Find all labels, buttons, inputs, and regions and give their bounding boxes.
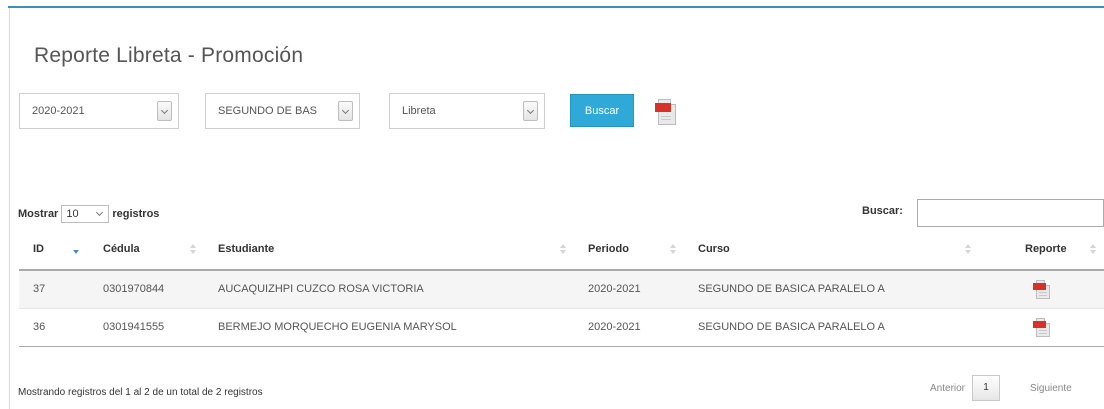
pdf-export-icon[interactable] xyxy=(655,97,677,127)
cell-curso: SEGUNDO DE BASICA PARALELO A xyxy=(684,308,979,347)
pagination-next[interactable]: Siguiente xyxy=(1030,383,1072,394)
cell-cedula: 0301970844 xyxy=(89,270,204,309)
sort-icon xyxy=(190,244,196,256)
row-report-link[interactable] xyxy=(993,277,1104,301)
page-title: Reporte Libreta - Promoción xyxy=(34,44,304,67)
chevron-down-icon[interactable] xyxy=(523,101,538,121)
cell-id: 37 xyxy=(19,270,89,309)
chevron-down-icon xyxy=(96,208,104,217)
cell-curso: SEGUNDO DE BASICA PARALELO A xyxy=(684,270,979,309)
pdf-icon[interactable] xyxy=(1033,316,1051,338)
search-button[interactable]: Buscar xyxy=(570,94,634,127)
cell-id: 36 xyxy=(19,308,89,347)
periodo-select[interactable]: 2020-2021 xyxy=(19,93,179,129)
cell-periodo: 2020-2021 xyxy=(574,308,684,347)
sort-icon xyxy=(1090,244,1096,256)
table-header-row: ID Cédula Estudiante Periodo Curso Repor… xyxy=(19,229,1104,271)
cell-periodo: 2020-2021 xyxy=(574,270,684,309)
sort-icon xyxy=(965,244,971,256)
curso-select[interactable]: SEGUNDO DE BAS xyxy=(205,93,360,129)
column-header-reporte[interactable]: Reporte xyxy=(979,229,1104,271)
column-header-curso[interactable]: Curso xyxy=(684,229,979,271)
cell-estudiante: BERMEJO MORQUECHO EUGENIA MARYSOL xyxy=(204,308,574,347)
chevron-down-icon[interactable] xyxy=(157,101,172,121)
column-header-periodo[interactable]: Periodo xyxy=(574,229,684,271)
sort-icon xyxy=(560,244,566,256)
cell-cedula: 0301941555 xyxy=(89,308,204,347)
table-row: 36 0301941555 BERMEJO MORQUECHO EUGENIA … xyxy=(19,308,1104,347)
tipo-select-value: Libreta xyxy=(402,105,436,117)
curso-select-value: SEGUNDO DE BAS xyxy=(218,105,318,117)
cell-reporte xyxy=(979,270,1104,309)
length-select[interactable]: 10 xyxy=(61,205,110,223)
search-label: Buscar: xyxy=(862,205,903,217)
table-row: 37 0301970844 AUCAQUIZHPI CUZCO ROSA VIC… xyxy=(19,270,1104,309)
pagination-previous[interactable]: Anterior xyxy=(930,383,965,394)
table-search-input[interactable] xyxy=(917,199,1104,227)
column-header-id[interactable]: ID xyxy=(19,229,89,271)
cell-reporte xyxy=(979,308,1104,347)
pagination-page[interactable]: 1 xyxy=(972,375,1000,401)
length-prefix: Mostrar xyxy=(18,207,59,220)
column-header-estudiante[interactable]: Estudiante xyxy=(204,229,574,271)
pdf-icon[interactable] xyxy=(1033,278,1051,300)
length-suffix: registros xyxy=(112,207,160,220)
row-report-link[interactable] xyxy=(993,315,1104,339)
periodo-select-value: 2020-2021 xyxy=(32,105,85,117)
tipo-select[interactable]: Libreta xyxy=(389,93,545,129)
cell-estudiante: AUCAQUIZHPI CUZCO ROSA VICTORIA xyxy=(204,270,574,309)
column-header-cedula[interactable]: Cédula xyxy=(89,229,204,271)
students-table: ID Cédula Estudiante Periodo Curso Repor… xyxy=(19,229,1104,347)
table-info: Mostrando registros del 1 al 2 de un tot… xyxy=(18,387,263,398)
chevron-down-icon[interactable] xyxy=(338,101,353,121)
sort-icon xyxy=(670,244,676,256)
length-select-value: 10 xyxy=(66,208,79,220)
sort-icon xyxy=(73,244,79,256)
length-control: Mostrar 10 registros xyxy=(18,205,159,223)
